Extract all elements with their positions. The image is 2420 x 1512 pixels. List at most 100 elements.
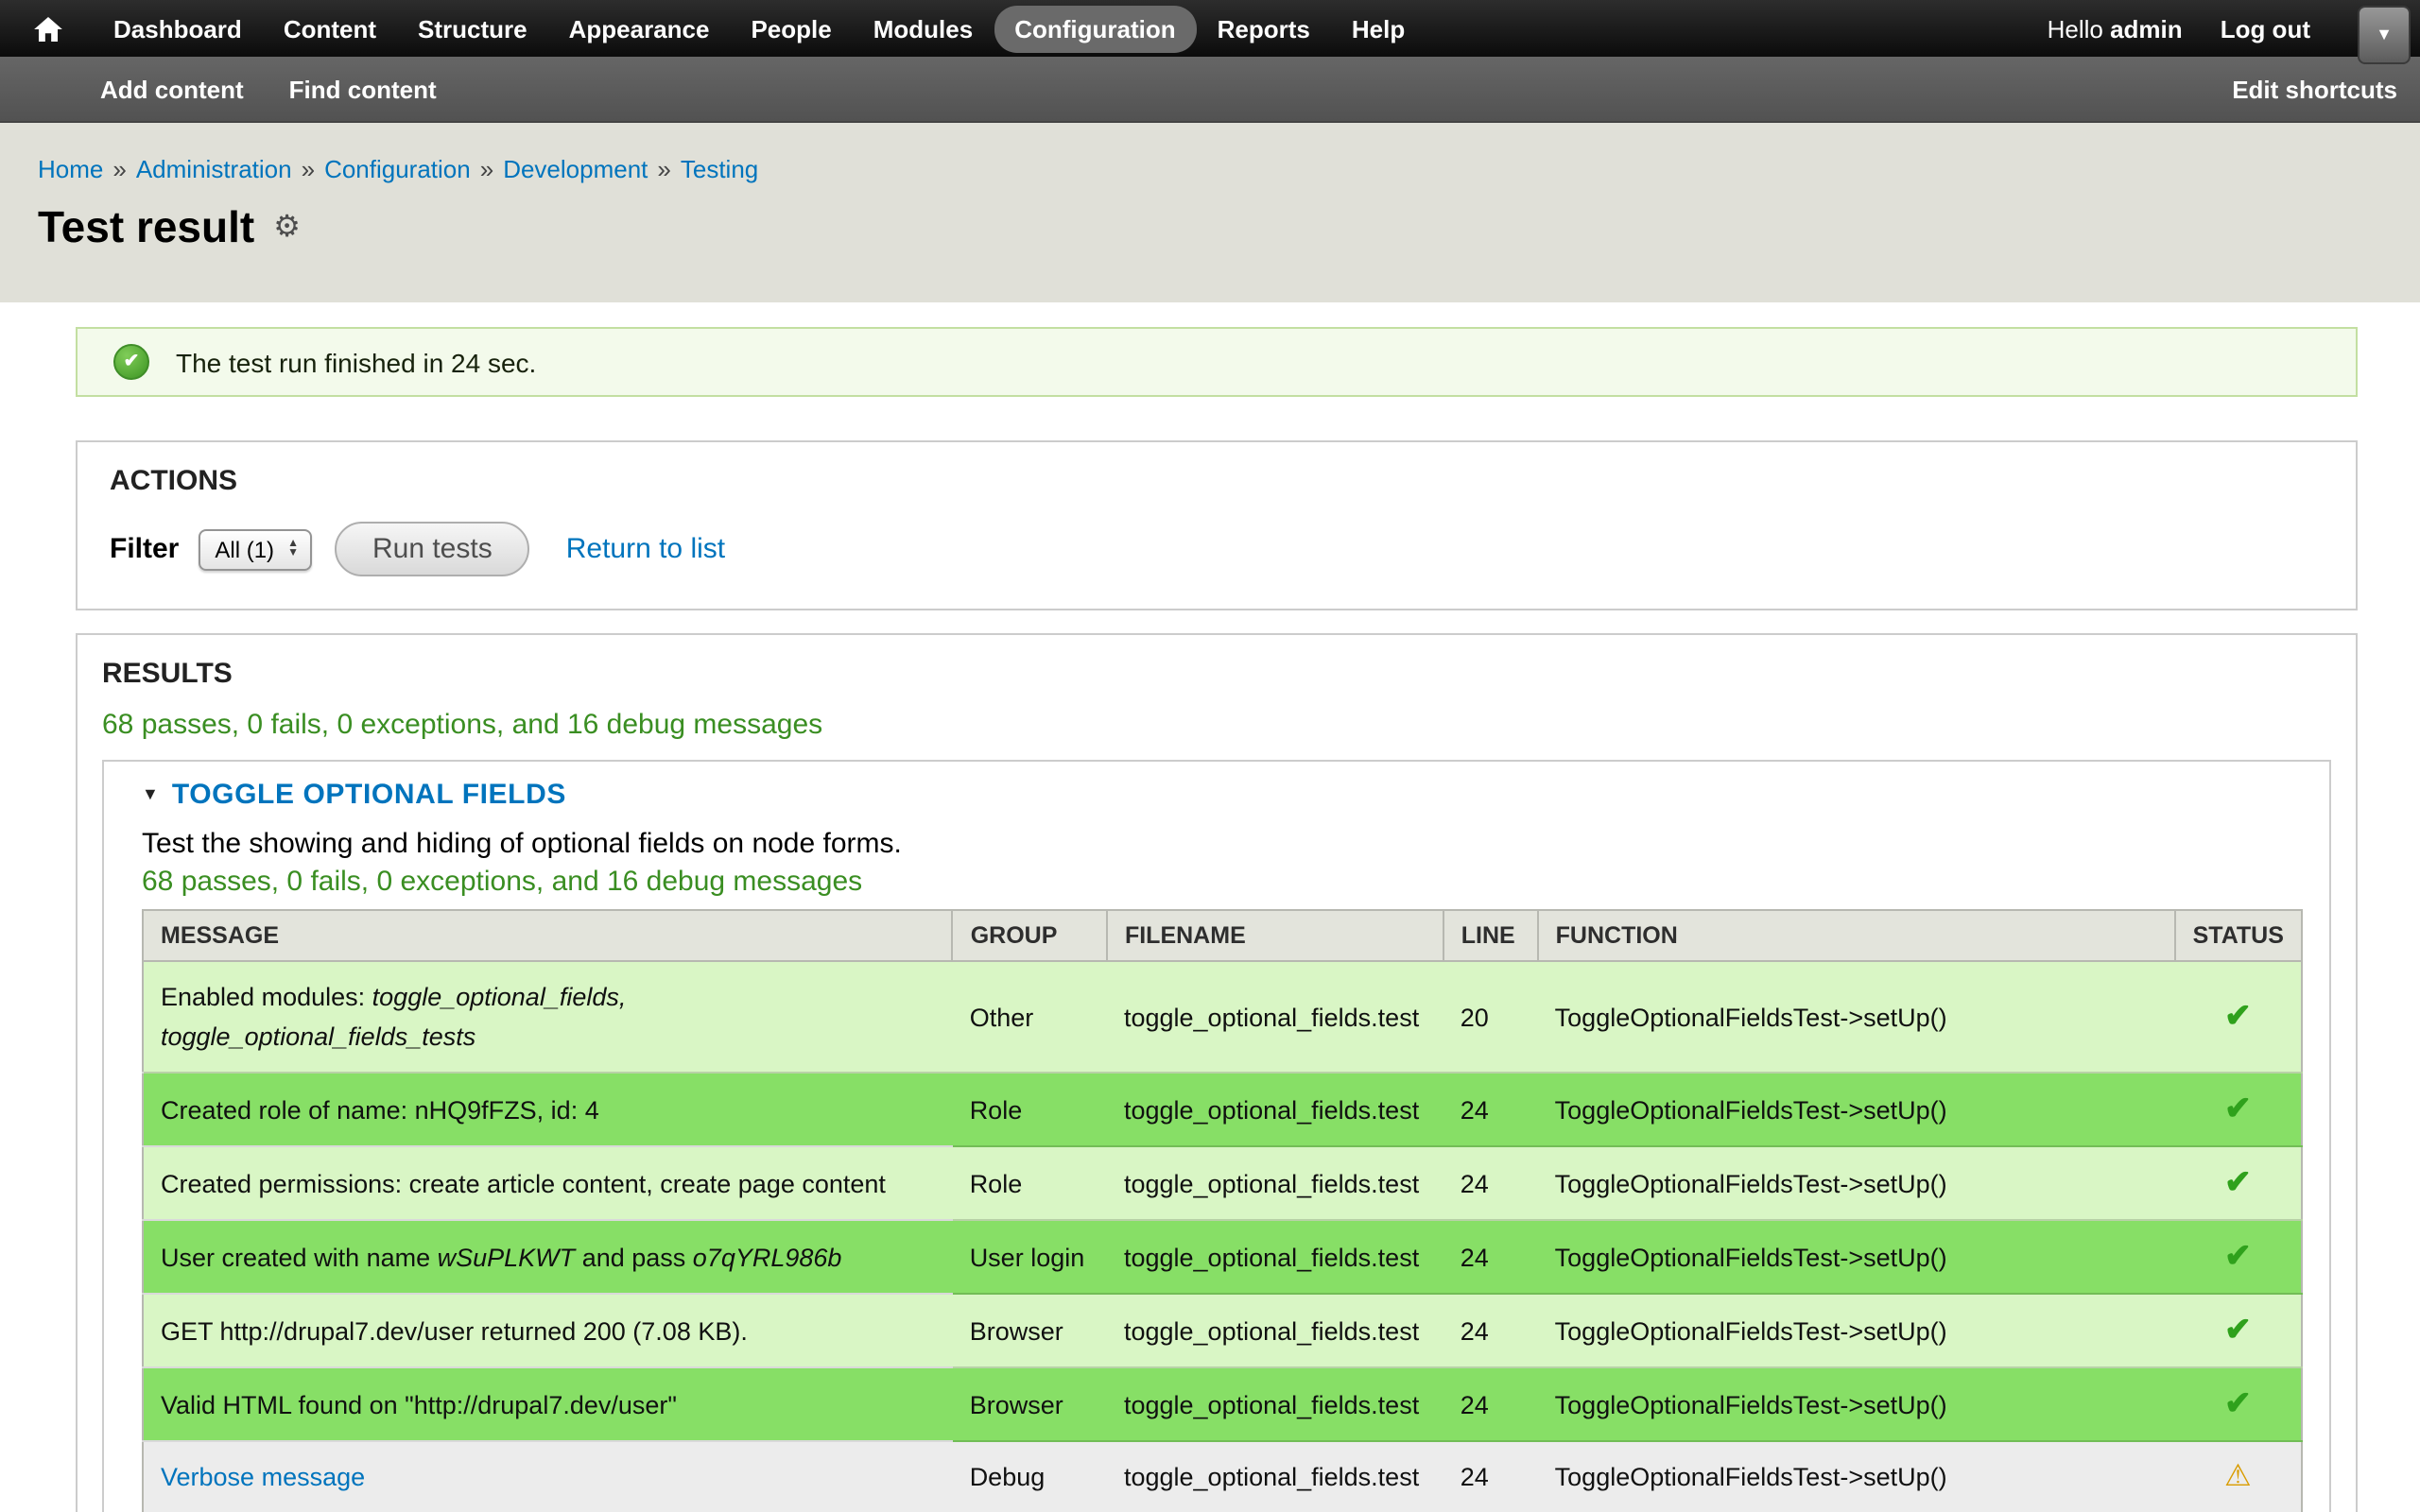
cell-group: Role xyxy=(953,1073,1107,1146)
breadcrumb-separator: » xyxy=(480,155,493,183)
admin-toolbar: DashboardContentStructureAppearancePeopl… xyxy=(0,0,2420,57)
cell-message: User created with name wSuPLKWT and pass… xyxy=(143,1220,953,1294)
greeting: Hello admin xyxy=(2048,14,2183,43)
shortcut-link-find-content[interactable]: Find content xyxy=(289,75,437,103)
cell-line: 24 xyxy=(1443,1146,1538,1220)
breadcrumb-link-administration[interactable]: Administration xyxy=(136,155,292,183)
machine-name-text: wSuPLKWT xyxy=(438,1243,576,1271)
filter-select-value: All (1) xyxy=(215,536,274,562)
cell-function: ToggleOptionalFieldsTest->setUp() xyxy=(1538,1441,2175,1512)
return-to-list-link[interactable]: Return to list xyxy=(566,533,725,565)
toolbar-item-structure[interactable]: Structure xyxy=(397,5,548,52)
cell-filename: toggle_optional_fields.test xyxy=(1107,1367,1443,1441)
status-message: ✔ The test run finished in 24 sec. xyxy=(76,327,2358,397)
toolbar-item-modules[interactable]: Modules xyxy=(853,5,994,52)
cell-line: 24 xyxy=(1443,1220,1538,1294)
toolbar-item-dashboard[interactable]: Dashboard xyxy=(93,5,263,52)
pass-check-icon: ✔ xyxy=(2224,1238,2252,1274)
page-header: Home»Administration»Configuration»Develo… xyxy=(0,123,2420,302)
triangle-down-icon: ▼ xyxy=(287,549,299,558)
cell-status: ✔ xyxy=(2175,1367,2302,1441)
cell-function: ToggleOptionalFieldsTest->setUp() xyxy=(1538,1294,2175,1367)
cell-filename: toggle_optional_fields.test xyxy=(1107,1146,1443,1220)
test-group-description: Test the showing and hiding of optional … xyxy=(142,828,2303,862)
edit-shortcuts-link[interactable]: Edit shortcuts xyxy=(2232,75,2397,103)
cell-line: 24 xyxy=(1443,1441,1538,1512)
logout-link[interactable]: Log out xyxy=(2221,14,2310,43)
toolbar-toggle-button[interactable]: ▼ xyxy=(2358,6,2411,64)
cell-filename: toggle_optional_fields.test xyxy=(1107,1220,1443,1294)
filter-label: Filter xyxy=(110,533,179,565)
table-row: GET http://drupal7.dev/user returned 200… xyxy=(143,1294,2302,1367)
results-panel: RESULTS 68 passes, 0 fails, 0 exceptions… xyxy=(76,633,2358,1512)
message-text: Created permissions: create article cont… xyxy=(161,1169,886,1197)
home-icon-glyph xyxy=(34,16,62,41)
cell-line: 24 xyxy=(1443,1294,1538,1367)
run-tests-button[interactable]: Run tests xyxy=(335,522,530,576)
shortcut-bar: Add content Find content Edit shortcuts xyxy=(0,57,2420,123)
toolbar-user-area: Hello admin Log out xyxy=(2048,14,2310,43)
breadcrumb-link-configuration[interactable]: Configuration xyxy=(324,155,471,183)
breadcrumb-link-testing[interactable]: Testing xyxy=(681,155,758,183)
cell-status: ✔ xyxy=(2175,1220,2302,1294)
shortcut-link-add-content[interactable]: Add content xyxy=(100,75,244,103)
check-icon: ✔ xyxy=(124,352,140,371)
home-icon[interactable] xyxy=(34,16,62,41)
fieldset-legend: ▼ TOGGLE OPTIONAL FIELDS xyxy=(142,779,2303,811)
cell-group: User login xyxy=(953,1220,1107,1294)
cell-message: GET http://drupal7.dev/user returned 200… xyxy=(143,1294,953,1367)
toolbar-item-people[interactable]: People xyxy=(730,5,852,52)
breadcrumb: Home»Administration»Configuration»Develo… xyxy=(38,155,2420,183)
table-header-row: MESSAGEGROUPFILENAMELINEFUNCTIONSTATUS xyxy=(143,910,2302,961)
breadcrumb-link-development[interactable]: Development xyxy=(503,155,648,183)
cell-group: Role xyxy=(953,1146,1107,1220)
cell-function: ToggleOptionalFieldsTest->setUp() xyxy=(1538,1367,2175,1441)
toolbar-item-reports[interactable]: Reports xyxy=(1197,5,1331,52)
select-arrows-icon: ▲ ▼ xyxy=(287,541,299,558)
toolbar-menu: DashboardContentStructureAppearancePeopl… xyxy=(93,5,1426,52)
filter-select[interactable]: All (1) ▲ ▼ xyxy=(198,528,312,570)
message-text: Valid HTML found on "http://drupal7.dev/… xyxy=(161,1390,677,1418)
cell-status: ✔ xyxy=(2175,1146,2302,1220)
cell-group: Browser xyxy=(953,1294,1107,1367)
cell-function: ToggleOptionalFieldsTest->setUp() xyxy=(1538,961,2175,1073)
breadcrumb-separator: » xyxy=(302,155,315,183)
message-text: Created role of name: nHQ9fFZS, id: 4 xyxy=(161,1095,599,1124)
message-text: Enabled modules: xyxy=(161,983,372,1011)
test-group-fieldset: ▼ TOGGLE OPTIONAL FIELDS Test the showin… xyxy=(102,760,2331,1512)
toolbar-item-appearance[interactable]: Appearance xyxy=(548,5,731,52)
cell-status: ✔ xyxy=(2175,961,2302,1073)
username: admin xyxy=(2110,14,2183,43)
drupal-admin-page: DashboardContentStructureAppearancePeopl… xyxy=(0,0,2420,1512)
actions-panel: ACTIONS Filter All (1) ▲ ▼ Run tests Ret… xyxy=(76,440,2358,610)
message-text: GET http://drupal7.dev/user returned 200… xyxy=(161,1316,748,1345)
toolbar-item-help[interactable]: Help xyxy=(1331,5,1426,52)
toolbar-item-configuration[interactable]: Configuration xyxy=(994,5,1196,52)
chevron-down-icon: ▼ xyxy=(2376,26,2393,43)
table-row: Verbose messageDebugtoggle_optional_fiel… xyxy=(143,1441,2302,1512)
actions-heading: ACTIONS xyxy=(110,465,2324,497)
cell-status: ⚠ xyxy=(2175,1441,2302,1512)
filter-row: Filter All (1) ▲ ▼ Run tests Return to l… xyxy=(110,522,2324,576)
test-group-summary: 68 passes, 0 fails, 0 exceptions, and 16… xyxy=(142,866,2303,900)
pass-check-icon: ✔ xyxy=(2224,1091,2252,1126)
results-table: MESSAGEGROUPFILENAMELINEFUNCTIONSTATUS E… xyxy=(142,909,2303,1512)
cell-group: Debug xyxy=(953,1441,1107,1512)
table-row: Enabled modules: toggle_optional_fields,… xyxy=(143,961,2302,1073)
toolbar-item-content[interactable]: Content xyxy=(263,5,397,52)
cell-message: Enabled modules: toggle_optional_fields,… xyxy=(143,961,953,1073)
column-header-message: MESSAGE xyxy=(143,910,953,961)
cell-line: 24 xyxy=(1443,1073,1538,1146)
test-group-title[interactable]: TOGGLE OPTIONAL FIELDS xyxy=(172,779,566,811)
breadcrumb-link-home[interactable]: Home xyxy=(38,155,103,183)
shortcut-links: Add content Find content xyxy=(100,75,437,103)
main-content: ✔ The test run finished in 24 sec. ACTIO… xyxy=(0,302,2420,1512)
cell-group: Browser xyxy=(953,1367,1107,1441)
warning-icon: ⚠ xyxy=(2224,1461,2252,1493)
column-header-group: GROUP xyxy=(953,910,1107,961)
results-heading: RESULTS xyxy=(102,658,2331,690)
verbose-message-link[interactable]: Verbose message xyxy=(161,1463,365,1491)
table-row: User created with name wSuPLKWT and pass… xyxy=(143,1220,2302,1294)
gear-icon[interactable]: ⚙ xyxy=(273,213,301,243)
cell-filename: toggle_optional_fields.test xyxy=(1107,1294,1443,1367)
